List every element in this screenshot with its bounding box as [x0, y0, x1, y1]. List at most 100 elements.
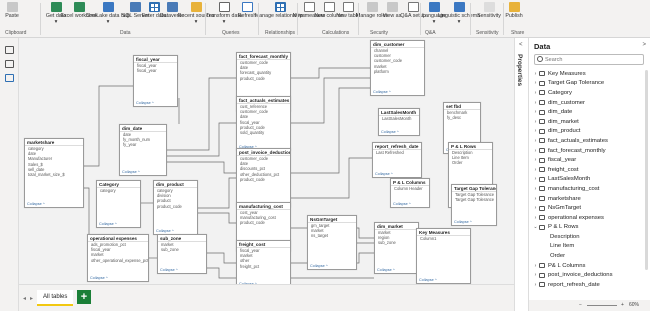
- paste-button[interactable]: Paste: [3, 2, 21, 29]
- collapse-link[interactable]: Collapse ^: [310, 264, 328, 268]
- table-card[interactable]: Key Measures Column1 Collapse ^: [416, 228, 471, 284]
- table-card[interactable]: sub_zone market sub_zone Collapse ^: [157, 234, 207, 274]
- table-field[interactable]: fiscal_year: [134, 68, 177, 73]
- manage-roles-button[interactable]: Manage roles: [356, 2, 388, 29]
- chevron-right-icon[interactable]: ›: [532, 272, 539, 278]
- table-card-title[interactable]: fact_forecast_monthly: [237, 53, 290, 60]
- data-table-item[interactable]: › NsGmTarget: [532, 203, 644, 213]
- relationship-line[interactable]: [291, 67, 370, 79]
- table-card[interactable]: dim_product category division product produc…: [153, 180, 198, 235]
- next-tab-arrow-icon[interactable]: ▸: [30, 295, 33, 302]
- chevron-right-icon[interactable]: ›: [532, 71, 539, 77]
- relationship-line[interactable]: [167, 161, 236, 174]
- table-card-title[interactable]: NsGmTarget: [308, 216, 356, 223]
- data-table-item[interactable]: ⌄ P & L Rows: [532, 223, 644, 233]
- table-field[interactable]: product_code: [237, 177, 290, 182]
- collapse-link[interactable]: Collapse ^: [99, 222, 117, 226]
- table-field[interactable]: product_code: [237, 220, 290, 225]
- expand-properties-icon[interactable]: <: [519, 42, 523, 48]
- table-card-title[interactable]: dim_product: [154, 181, 197, 188]
- tab-all-tables[interactable]: All tables: [37, 290, 74, 306]
- table-card[interactable]: post_invoice_deductions customer_code date…: [236, 148, 291, 208]
- table-card[interactable]: freight_cost fiscal_year market other freigh…: [236, 240, 291, 284]
- table-card[interactable]: report_refresh_date Last Refreshed Collaps…: [372, 142, 422, 178]
- collapse-link[interactable]: Collapse ^: [393, 202, 411, 206]
- data-table-item[interactable]: › Key Measures: [532, 69, 644, 79]
- onelake-data-hub-button[interactable]: OneLake data hub ▾: [86, 2, 130, 29]
- chevron-right-icon[interactable]: ›: [532, 196, 539, 202]
- zoom-out-icon[interactable]: −: [579, 302, 582, 308]
- table-field[interactable]: fy_desc: [444, 115, 480, 120]
- table-card-title[interactable]: sub_zone: [158, 235, 206, 242]
- relationship-line[interactable]: [291, 87, 370, 174]
- table-card-title[interactable]: fiscal_year: [134, 56, 177, 63]
- chevron-right-icon[interactable]: ›: [532, 128, 539, 134]
- chevron-right-icon[interactable]: ›: [532, 80, 539, 86]
- collapse-link[interactable]: Collapse ^: [377, 268, 395, 272]
- zoom-slider[interactable]: [587, 305, 617, 306]
- model-canvas[interactable]: marketshare category date Manufacturer Sales…: [19, 38, 514, 284]
- data-table-item[interactable]: › freight_cost: [532, 165, 644, 175]
- table-card[interactable]: LastSalesMonth LastSalesMonth Collapse ^: [378, 108, 420, 136]
- collapse-link[interactable]: Collapse ^: [122, 170, 140, 174]
- table-card-title[interactable]: Key Measures: [417, 229, 470, 236]
- table-card-title[interactable]: Category: [97, 181, 140, 188]
- table-card[interactable]: dim_market market region sub_zone Collapse ^: [374, 222, 419, 274]
- collapse-link[interactable]: Collapse ^: [27, 202, 45, 206]
- data-table-item[interactable]: › operational expenses: [532, 213, 644, 223]
- relationship-line[interactable]: [198, 177, 236, 209]
- data-table-item[interactable]: › marketshare: [532, 194, 644, 204]
- table-card-title[interactable]: dim_customer: [371, 41, 424, 48]
- table-field[interactable]: category: [97, 188, 140, 193]
- data-table-item[interactable]: › dim_product: [532, 127, 644, 137]
- table-field[interactable]: sub_zone: [158, 247, 206, 252]
- new-table-button[interactable]: New table: [336, 2, 360, 29]
- collapse-link[interactable]: Collapse ^: [90, 276, 108, 280]
- table-card[interactable]: operational expenses ads_promotion_pct fis…: [87, 234, 149, 282]
- table-card-title[interactable]: dim_market: [375, 223, 418, 230]
- collapse-link[interactable]: Collapse ^: [381, 130, 399, 134]
- table-card[interactable]: fact_actuals_estimates cust_reference cust…: [236, 96, 291, 151]
- report-view-icon[interactable]: [5, 46, 14, 54]
- table-field[interactable]: Target Gap Tolerance: [452, 197, 496, 202]
- collapse-link[interactable]: Collapse ^: [375, 172, 393, 176]
- chevron-right-icon[interactable]: ›: [532, 109, 539, 115]
- chevron-right-icon[interactable]: ›: [532, 119, 539, 125]
- data-table-item[interactable]: › fiscal_year: [532, 155, 644, 165]
- table-field[interactable]: LastSalesMonth: [379, 116, 419, 121]
- table-card[interactable]: marketshare category date Manufacturer Sales…: [24, 138, 84, 208]
- chevron-right-icon[interactable]: ›: [532, 282, 539, 288]
- data-pane-scrollbar[interactable]: [645, 70, 648, 270]
- table-card-title[interactable]: LastSalesMonth: [379, 109, 419, 116]
- data-table-item[interactable]: › Category: [532, 88, 644, 98]
- sensitivity-button[interactable]: Sensitivity: [477, 2, 501, 29]
- table-card-title[interactable]: Target Gap Tolerance: [452, 185, 496, 192]
- data-search-box[interactable]: [534, 54, 644, 65]
- data-field-item[interactable]: Description: [532, 232, 644, 242]
- table-field[interactable]: sub_zone: [375, 240, 418, 245]
- chevron-right-icon[interactable]: ›: [532, 205, 539, 211]
- data-table-item[interactable]: › dim_customer: [532, 98, 644, 108]
- data-search-input[interactable]: [545, 56, 640, 64]
- chevron-right-icon[interactable]: ›: [532, 215, 539, 221]
- zoom-in-icon[interactable]: +: [621, 302, 624, 308]
- data-table-item[interactable]: › manufacturing_cost: [532, 184, 644, 194]
- chevron-right-icon[interactable]: ›: [532, 186, 539, 192]
- collapse-link[interactable]: Collapse ^: [156, 229, 174, 233]
- table-card-title[interactable]: post_invoice_deductions: [237, 149, 290, 156]
- chevron-right-icon[interactable]: ›: [532, 157, 539, 163]
- data-table-item[interactable]: › report_refresh_date: [532, 280, 644, 290]
- collapse-link[interactable]: Collapse ^: [136, 101, 154, 105]
- prev-tab-arrow-icon[interactable]: ◂: [23, 295, 26, 302]
- transform-data-button[interactable]: Transform data ▾: [206, 2, 242, 29]
- table-card[interactable]: fiscal_year fiscal_year fiscal_year Collaps…: [133, 55, 178, 107]
- table-card-title[interactable]: operational expenses: [88, 235, 148, 242]
- table-field[interactable]: other_operational_expense_pct: [88, 258, 148, 263]
- relationship-line[interactable]: [291, 157, 372, 199]
- add-layout-button[interactable]: +: [77, 290, 91, 304]
- table-card-title[interactable]: P & L Columns: [391, 179, 429, 186]
- relationship-line[interactable]: [167, 122, 236, 157]
- table-field[interactable]: Last Refreshed: [373, 150, 421, 155]
- table-field[interactable]: product_code: [237, 76, 290, 81]
- publish-button[interactable]: Publish: [505, 2, 523, 29]
